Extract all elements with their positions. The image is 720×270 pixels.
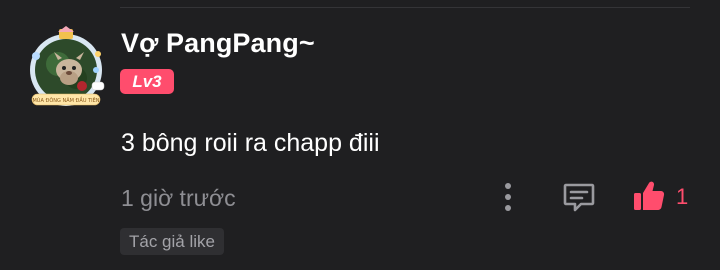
reply-button[interactable]	[562, 180, 596, 214]
avatar[interactable]: MÙA ĐÔNG NĂM ĐẦU TIÊN	[24, 26, 108, 110]
author-liked-tag: Tác giả like	[120, 228, 224, 255]
svg-text:MÙA ĐÔNG NĂM ĐẦU TIÊN: MÙA ĐÔNG NĂM ĐẦU TIÊN	[32, 96, 99, 104]
level-badge: Lv3	[120, 69, 174, 94]
comment-bubble-icon	[563, 183, 595, 212]
more-vertical-icon	[505, 183, 511, 189]
timestamp: 1 giờ trước	[121, 185, 236, 211]
like-count: 1	[676, 184, 689, 209]
divider	[120, 7, 690, 8]
more-options-button[interactable]	[494, 180, 522, 214]
avatar-frame-image: MÙA ĐÔNG NĂM ĐẦU TIÊN	[30, 26, 105, 106]
like-button[interactable]: 1	[632, 178, 692, 214]
comment-text: 3 bông roii ra chapp điii	[121, 129, 380, 157]
comment-item: MÙA ĐÔNG NĂM ĐẦU TIÊN Vợ PangPang~ Lv3 3…	[0, 0, 720, 270]
thumbs-up-icon	[634, 181, 665, 210]
username[interactable]: Vợ PangPang~	[121, 28, 315, 59]
more-vertical-icon-dot	[505, 194, 511, 200]
more-vertical-icon-dot	[505, 205, 511, 211]
